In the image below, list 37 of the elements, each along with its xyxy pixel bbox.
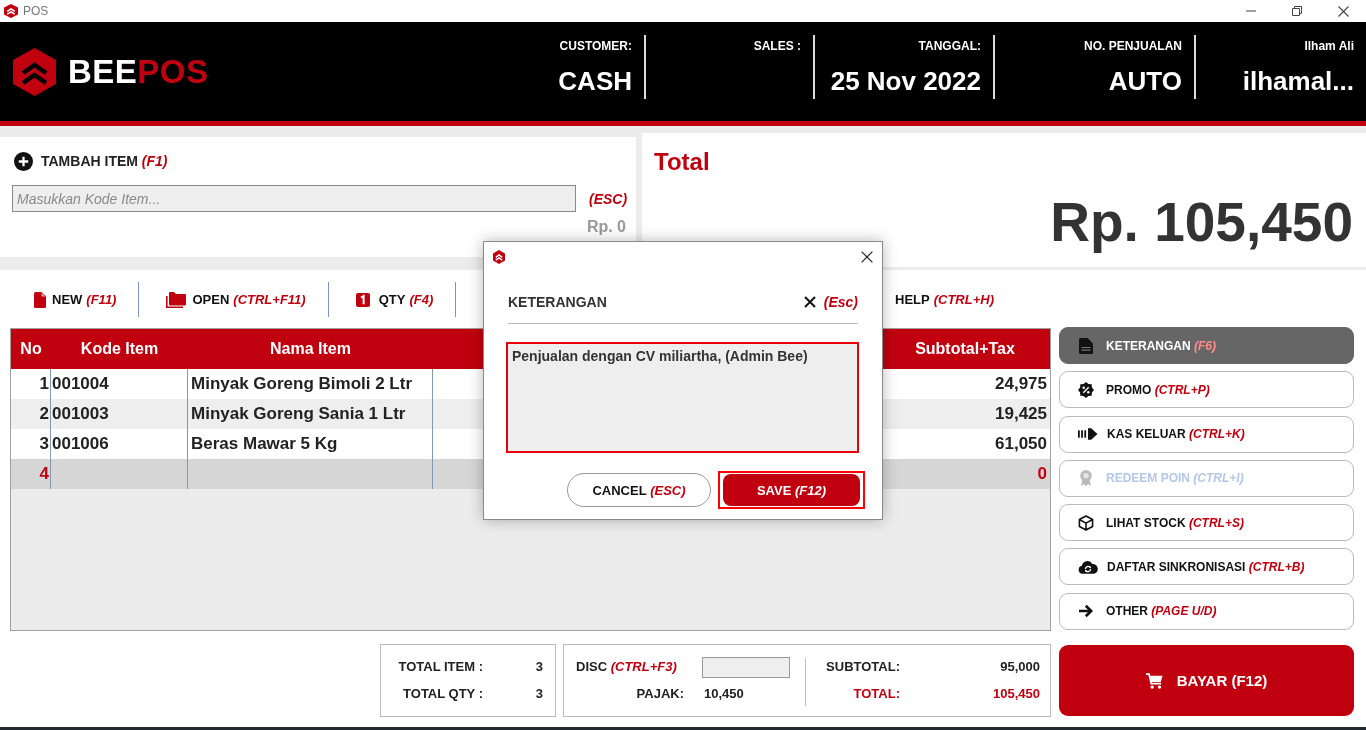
total-title: Total: [654, 148, 710, 175]
column-header: No: [19, 340, 43, 358]
column-header: Nama Item: [269, 340, 352, 358]
table-cell: 4: [11, 459, 51, 489]
summary-value: 3: [534, 685, 543, 703]
header-value: AUTO: [1108, 66, 1182, 96]
total-value: 95,000: [999, 658, 1040, 676]
total-label: TOTAL:: [852, 685, 900, 703]
table-cell-text: 19,425: [994, 403, 1048, 425]
discount-label: DISC (CTRL+F3): [576, 658, 678, 676]
table-cell-text: 24,975: [994, 373, 1048, 395]
column-header: Subtotal+Tax: [914, 340, 1016, 358]
column-header: Kode Item: [79, 340, 160, 358]
header-label: Ilham Ali: [1304, 39, 1354, 53]
item-price: Rp. 0: [586, 218, 626, 236]
summary-value: 3: [534, 658, 543, 676]
header-label: NO. PENJUALAN: [1084, 39, 1182, 53]
summary-label: TOTAL QTY :: [402, 685, 483, 703]
header-label: SALES :: [753, 39, 801, 53]
header-value: CASH: [558, 66, 632, 96]
header-value: 25 Nov 2022: [830, 66, 981, 96]
tax-value: 10,450: [703, 685, 745, 703]
table-cell-text: 61,050: [994, 433, 1048, 455]
total-value: 105,450: [992, 685, 1040, 703]
window-title: POS: [23, 4, 49, 18]
header-value: ilhamal...: [1242, 66, 1354, 96]
tax-label: PAJAK:: [635, 685, 685, 703]
table-cell-text: 0: [1036, 463, 1048, 485]
dialog-title: KETERANGAN: [508, 294, 607, 310]
shortcut-hint: (ESC): [589, 190, 628, 207]
header-label: CUSTOMER:: [559, 39, 632, 53]
summary-label: TOTAL ITEM :: [397, 658, 483, 676]
logo-wordmark: BEEPOS: [68, 53, 209, 91]
section-title: TAMBAH ITEM (F1): [41, 153, 168, 169]
total-label: SUBTOTAL:: [825, 658, 900, 676]
header-label: TANGGAL:: [918, 39, 981, 53]
total-amount: Rp. 105,450: [1050, 191, 1353, 253]
